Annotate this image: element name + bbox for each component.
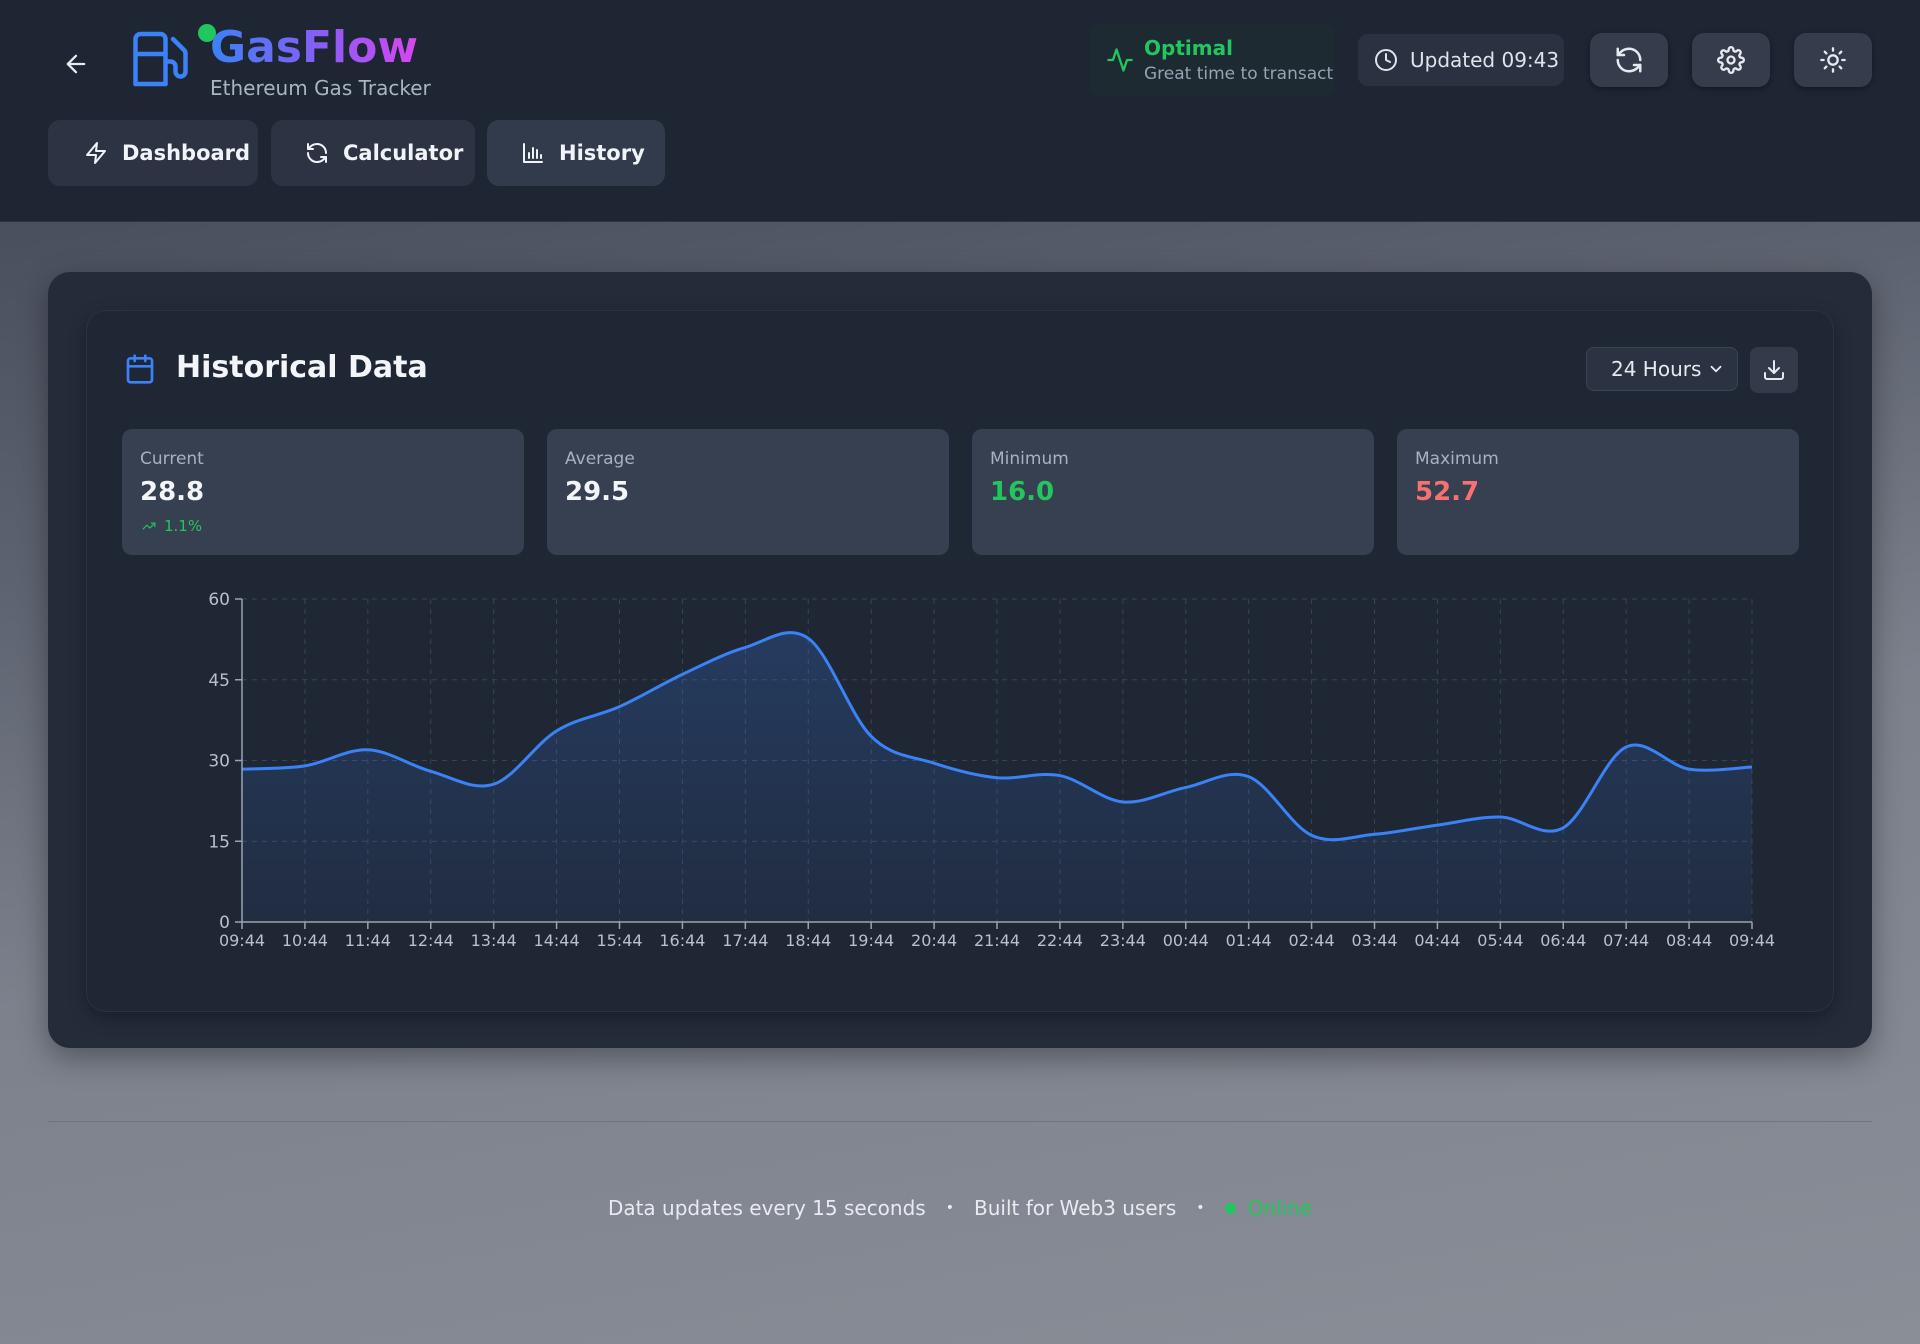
x-tick-label: 18:44 bbox=[785, 931, 831, 950]
online-status-label: Online bbox=[1247, 1196, 1313, 1220]
x-tick-label: 15:44 bbox=[596, 931, 642, 950]
online-status: Online bbox=[1224, 1196, 1313, 1220]
y-tick-label: 60 bbox=[208, 590, 230, 610]
x-tick-label: 23:44 bbox=[1100, 931, 1146, 950]
x-tick-label: 16:44 bbox=[659, 931, 705, 950]
gas-price-chart: 0 15 30 45 60 09:44 10:44 11:44 12:44 13:44 14:44 1… bbox=[208, 590, 1775, 950]
y-tick-label: 0 bbox=[219, 913, 230, 933]
x-tick-label: 11:44 bbox=[345, 931, 391, 950]
x-tick-label: 00:44 bbox=[1163, 931, 1209, 950]
x-tick-label: 06:44 bbox=[1540, 931, 1586, 950]
x-tick-label: 14:44 bbox=[534, 931, 580, 950]
x-tick-label: 09:44 bbox=[1729, 931, 1775, 950]
footer-separator: • bbox=[945, 1200, 954, 1216]
x-tick-label: 01:44 bbox=[1226, 931, 1272, 950]
x-tick-label: 17:44 bbox=[722, 931, 768, 950]
footer-separator: • bbox=[1196, 1200, 1205, 1216]
x-tick-label: 19:44 bbox=[848, 931, 894, 950]
x-tick-label: 21:44 bbox=[974, 931, 1020, 950]
x-tick-label: 07:44 bbox=[1603, 931, 1649, 950]
x-tick-label: 03:44 bbox=[1351, 931, 1397, 950]
x-tick-label: 08:44 bbox=[1666, 931, 1712, 950]
x-tick-label: 10:44 bbox=[282, 931, 328, 950]
x-tick-label: 02:44 bbox=[1289, 931, 1335, 950]
x-tick-label: 20:44 bbox=[911, 931, 957, 950]
footer-divider bbox=[48, 1121, 1872, 1122]
y-tick-label: 45 bbox=[208, 671, 230, 691]
x-tick-label: 13:44 bbox=[471, 931, 517, 950]
x-tick-label: 09:44 bbox=[219, 931, 265, 950]
x-tick-label: 22:44 bbox=[1037, 931, 1083, 950]
x-tick-label: 04:44 bbox=[1414, 931, 1460, 950]
x-tick-label: 05:44 bbox=[1477, 931, 1523, 950]
footer-built-for: Built for Web3 users bbox=[973, 1196, 1177, 1220]
footer: Data updates every 15 seconds • Built fo… bbox=[0, 1196, 1920, 1220]
online-dot bbox=[1224, 1202, 1236, 1214]
footer-update-info: Data updates every 15 seconds bbox=[607, 1196, 926, 1220]
x-tick-label: 12:44 bbox=[408, 931, 454, 950]
y-tick-label: 30 bbox=[208, 752, 230, 772]
y-tick-label: 15 bbox=[208, 832, 230, 852]
